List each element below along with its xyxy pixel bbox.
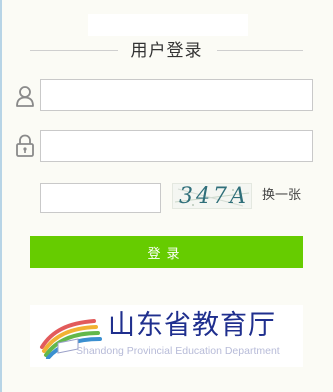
password-input[interactable] (40, 130, 313, 162)
username-input[interactable] (40, 79, 313, 111)
education-department-logo: 山东省教育厅 Shandong Provincial Education Dep… (30, 305, 303, 367)
captcha-text: 347A (179, 184, 249, 209)
captcha-input[interactable] (40, 183, 161, 213)
logo-chinese-name: 山东省教育厅 (108, 310, 276, 341)
login-button[interactable]: 登录 (30, 236, 303, 268)
lock-icon (15, 134, 35, 161)
refresh-captcha-link[interactable]: 换一张 (262, 187, 301, 205)
user-icon (15, 85, 35, 111)
captcha-image[interactable]: 347A (172, 183, 252, 209)
login-title: 用户登录 (130, 41, 203, 61)
header-strip (88, 14, 248, 36)
login-title-row: 用户登录 (30, 40, 303, 62)
logo-english-name: Shandong Provincial Education Department (76, 345, 280, 357)
page-left-border (0, 0, 2, 392)
